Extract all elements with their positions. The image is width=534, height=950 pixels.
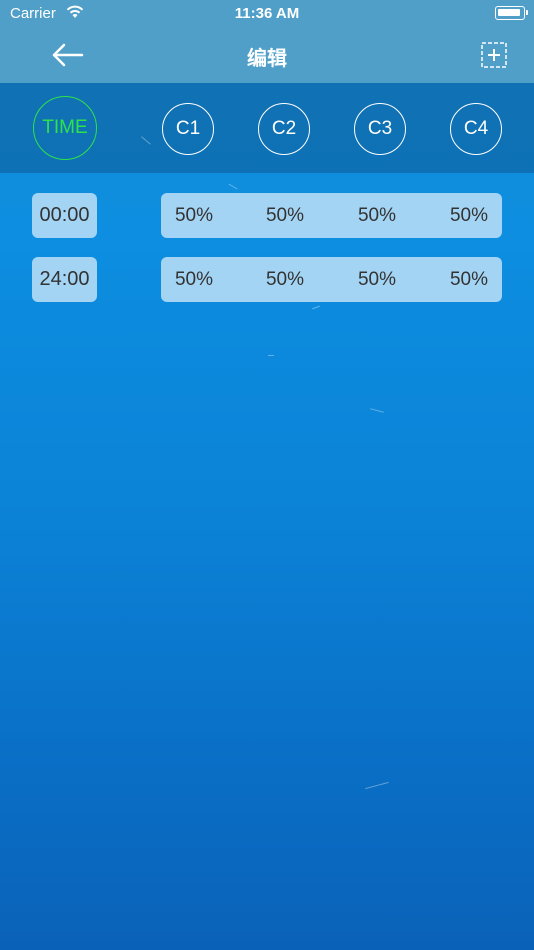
c3-value: 50% bbox=[357, 205, 397, 226]
time-channel-button[interactable]: TIME bbox=[33, 96, 97, 160]
water-particle bbox=[365, 781, 389, 790]
water-particle bbox=[268, 355, 274, 356]
time-field[interactable]: 24:00 bbox=[32, 257, 97, 302]
channel-c1-button[interactable]: C1 bbox=[162, 103, 214, 155]
c4-value: 50% bbox=[449, 205, 489, 226]
channel-header: TIME C1 C2 C3 C4 bbox=[0, 83, 534, 173]
nav-bar: 编辑 bbox=[0, 28, 534, 83]
add-box-icon bbox=[481, 42, 507, 68]
arrow-left-icon bbox=[52, 43, 84, 67]
channel-values-field[interactable]: 50% 50% 50% 50% bbox=[161, 257, 502, 302]
time-field[interactable]: 00:00 bbox=[32, 193, 97, 238]
c1-value: 50% bbox=[174, 205, 214, 226]
battery-icon bbox=[495, 6, 528, 20]
water-particle bbox=[370, 408, 384, 413]
schedule-row: 00:00 50% 50% 50% 50% bbox=[0, 193, 534, 239]
c2-value: 50% bbox=[265, 269, 305, 290]
schedule-row: 24:00 50% 50% 50% 50% bbox=[0, 257, 534, 303]
c1-value: 50% bbox=[174, 269, 214, 290]
c2-value: 50% bbox=[265, 205, 305, 226]
add-button[interactable] bbox=[480, 41, 508, 69]
back-button[interactable] bbox=[48, 38, 88, 72]
channel-c2-button[interactable]: C2 bbox=[258, 103, 310, 155]
c4-value: 50% bbox=[449, 269, 489, 290]
channel-c4-button[interactable]: C4 bbox=[450, 103, 502, 155]
status-time: 11:36 AM bbox=[234, 5, 300, 22]
water-particle bbox=[228, 183, 238, 190]
status-bar: Carrier 11:36 AM bbox=[0, 0, 534, 28]
channel-c3-button[interactable]: C3 bbox=[354, 103, 406, 155]
channel-values-field[interactable]: 50% 50% 50% 50% bbox=[161, 193, 502, 238]
c3-value: 50% bbox=[357, 269, 397, 290]
water-particle bbox=[312, 305, 320, 310]
